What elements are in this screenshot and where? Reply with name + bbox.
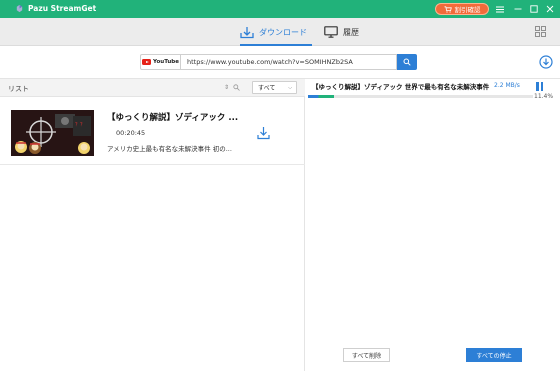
app-title: Pazu StreamGet <box>28 4 97 13</box>
stop-all-button[interactable]: すべての停止 <box>466 348 522 362</box>
close-button[interactable] <box>544 3 556 15</box>
video-title: 【ゆっくり解説】ゾディアック ... <box>107 113 239 123</box>
site-label: YouTube <box>153 59 179 65</box>
list-item[interactable]: ？？ 【ゆっくり解説】ゾディアック ... 00:20:45 アメリカ史上最も有… <box>0 98 305 165</box>
download-icon[interactable] <box>257 126 270 140</box>
stop-all-label: すべての停止 <box>476 352 512 360</box>
youtube-logo-icon <box>142 59 152 65</box>
maximize-icon <box>530 5 538 13</box>
chevron-down-icon: ⌵ <box>288 85 292 91</box>
hamburger-icon <box>496 6 504 12</box>
delete-all-button[interactable]: すべて削除 <box>343 348 390 362</box>
video-duration: 00:20:45 <box>116 129 146 137</box>
task-percent: 11.4% <box>534 93 554 100</box>
close-icon <box>546 5 554 13</box>
tab-download[interactable]: ダウンロード <box>240 23 307 41</box>
maximize-button[interactable] <box>528 3 540 15</box>
download-tab-icon <box>240 26 254 38</box>
promo-button[interactable]: 割引確認 <box>435 3 489 15</box>
progress-fill <box>308 95 334 98</box>
filter-select[interactable]: すべて ⌵ <box>252 81 297 94</box>
pause-button[interactable] <box>536 82 544 91</box>
url-input[interactable] <box>180 54 397 70</box>
search-button[interactable] <box>397 54 417 70</box>
filter-label: すべて <box>258 85 276 92</box>
progress-bar <box>308 95 533 98</box>
menu-button[interactable] <box>494 3 506 15</box>
delete-all-label: すべて削除 <box>351 352 382 360</box>
download-queue-icon[interactable] <box>539 55 553 69</box>
app-logo-icon <box>16 4 23 13</box>
video-list-panel: リスト ⇕ すべて ⌵ ？？ 【ゆっくり解説】ゾディアック ... 00:20:… <box>0 79 305 371</box>
tab-history[interactable]: 履歴 <box>324 23 359 41</box>
title-bar: Pazu StreamGet 割引確認 <box>0 0 560 18</box>
grid-view-icon[interactable] <box>535 26 546 37</box>
list-search-icon[interactable] <box>233 84 240 91</box>
download-task-panel: 【ゆっくり解説】ゾディアック 世界で最も有名な未解決事件 1 2.2 MB/s … <box>306 79 560 371</box>
cart-icon <box>444 5 452 13</box>
video-thumbnail: ？？ <box>11 110 94 156</box>
thumbnail-image: ？？ <box>11 110 94 156</box>
tab-history-label: 履歴 <box>343 27 359 37</box>
monitor-icon <box>324 26 338 38</box>
pause-icon <box>536 82 539 91</box>
search-icon <box>403 58 411 66</box>
url-row: YouTube <box>0 46 560 79</box>
list-header: リスト ⇕ すべて ⌵ <box>0 79 305 97</box>
svg-text:？？: ？？ <box>75 122 85 128</box>
minimize-icon <box>514 8 522 10</box>
tab-download-label: ダウンロード <box>259 27 307 37</box>
minimize-button[interactable] <box>512 3 524 15</box>
task-speed: 2.2 MB/s <box>494 82 520 89</box>
site-selector[interactable]: YouTube <box>140 54 180 70</box>
list-title: リスト <box>8 85 29 93</box>
task-title: 【ゆっくり解説】ゾディアック 世界で最も有名な未解決事件 1 <box>312 83 492 91</box>
video-description: アメリカ史上最も有名な未解決事件 初の... <box>107 145 232 153</box>
promo-label: 割引確認 <box>454 6 481 14</box>
sort-icon[interactable]: ⇕ <box>224 84 229 91</box>
tab-bar: ダウンロード 履歴 <box>0 18 560 46</box>
